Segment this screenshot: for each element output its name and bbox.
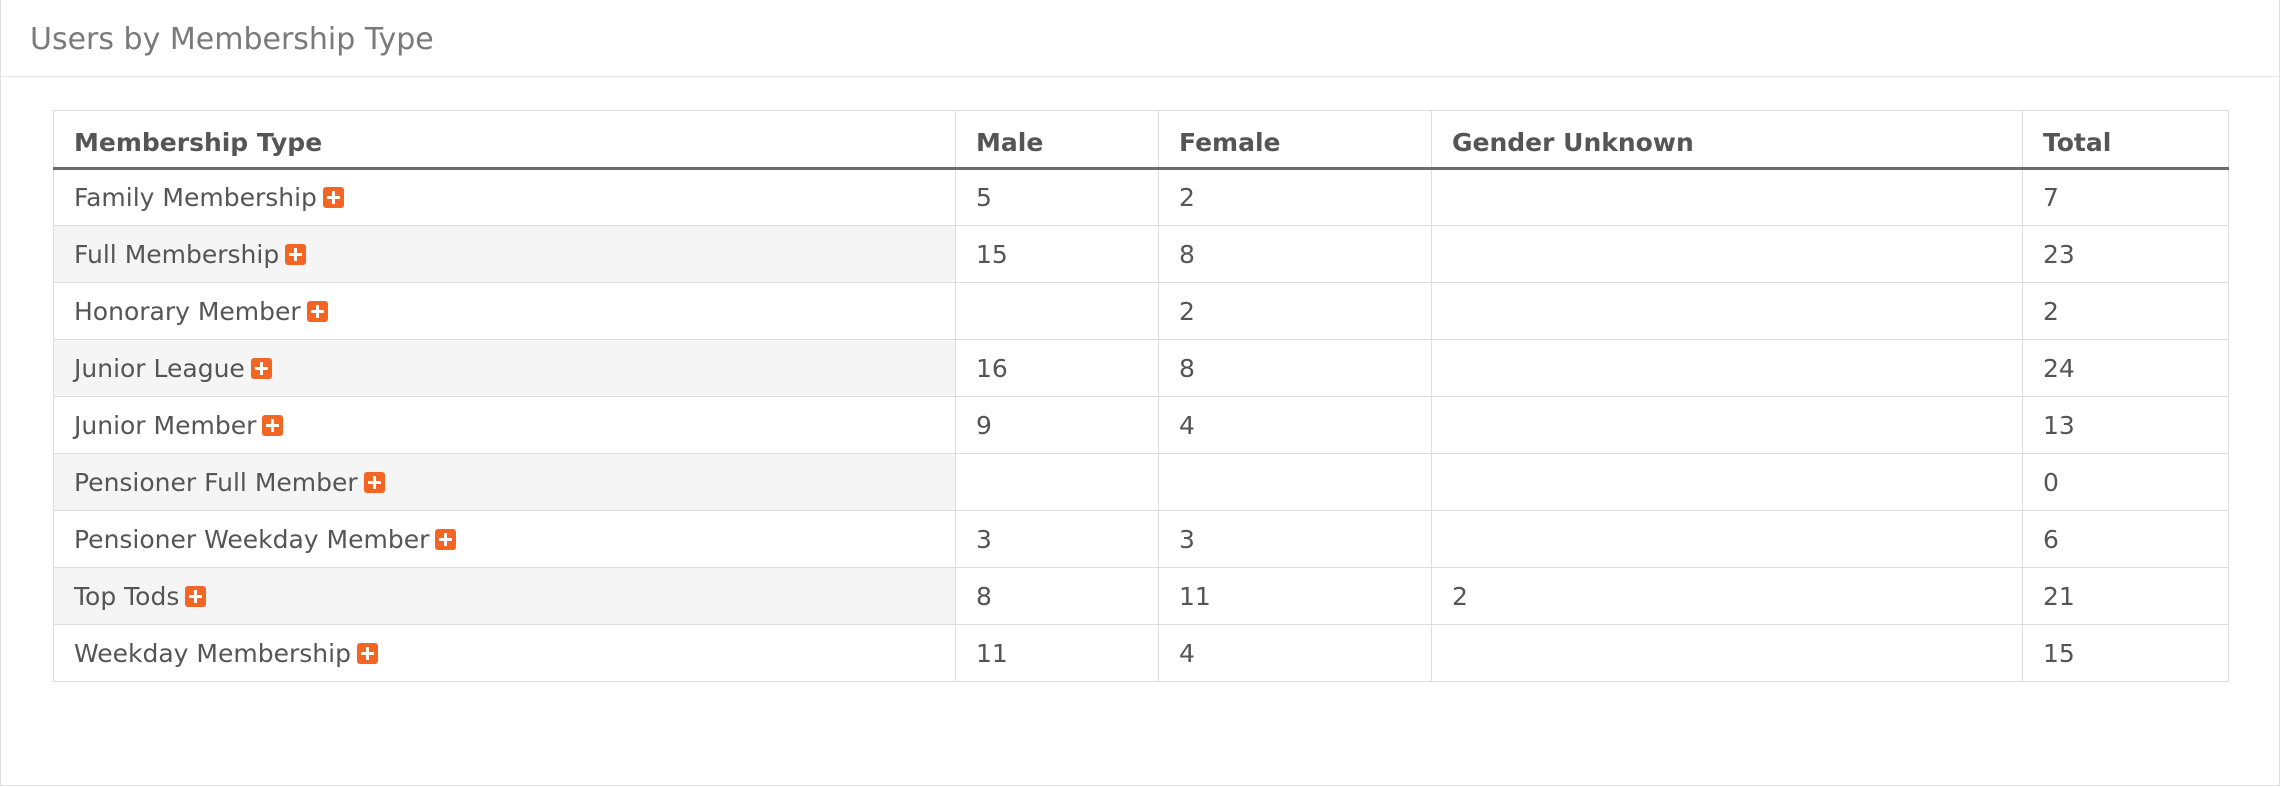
gender-unknown-cell (1431, 282, 2023, 340)
table-row: Full Membership 15 8 23 (53, 225, 2229, 283)
membership-type-label: Full Membership (74, 239, 280, 269)
membership-type-cell: Junior Member (53, 396, 956, 454)
table-row: Honorary Member 2 2 (53, 282, 2229, 340)
total-cell: 6 (2022, 510, 2229, 568)
membership-type-label: Pensioner Full Member (74, 467, 358, 497)
table-row: Family Membership 5 2 7 (53, 168, 2229, 226)
membership-type-cell: Family Membership (53, 168, 956, 226)
column-header-membership-type: Membership Type (53, 110, 956, 170)
column-header-total: Total (2022, 110, 2229, 170)
expand-plus-icon[interactable] (262, 414, 284, 436)
male-cell (955, 453, 1159, 511)
total-cell: 21 (2022, 567, 2229, 625)
female-cell: 8 (1158, 225, 1432, 283)
membership-type-label: Junior Member (74, 410, 257, 440)
table-row: Junior League 16 8 24 (53, 339, 2229, 397)
female-cell: 2 (1158, 168, 1432, 226)
membership-type-cell: Pensioner Full Member (53, 453, 956, 511)
table-header-row: Membership Type Male Female Gender Unkno… (53, 110, 2229, 170)
female-cell: 8 (1158, 339, 1432, 397)
expand-plus-icon[interactable] (435, 528, 457, 550)
gender-unknown-cell (1431, 225, 2023, 283)
male-cell: 9 (955, 396, 1159, 454)
column-header-male: Male (955, 110, 1159, 170)
male-cell: 16 (955, 339, 1159, 397)
expand-plus-icon[interactable] (185, 585, 207, 607)
male-cell: 8 (955, 567, 1159, 625)
gender-unknown-cell (1431, 624, 2023, 682)
membership-type-cell: Top Tods (53, 567, 956, 625)
male-cell: 3 (955, 510, 1159, 568)
male-cell (955, 282, 1159, 340)
users-by-membership-panel: Users by Membership Type Membership Type… (0, 0, 2280, 786)
expand-plus-icon[interactable] (285, 243, 307, 265)
total-cell: 15 (2022, 624, 2229, 682)
table-body: Family Membership 5 2 7 Full Membership … (53, 168, 2229, 682)
membership-type-cell: Weekday Membership (53, 624, 956, 682)
gender-unknown-cell: 2 (1431, 567, 2023, 625)
gender-unknown-cell (1431, 339, 2023, 397)
table-row: Top Tods 8 11 2 21 (53, 567, 2229, 625)
gender-unknown-cell (1431, 510, 2023, 568)
gender-unknown-cell (1431, 453, 2023, 511)
membership-type-cell: Pensioner Weekday Member (53, 510, 956, 568)
column-header-female: Female (1158, 110, 1432, 170)
membership-table: Membership Type Male Female Gender Unkno… (53, 110, 2229, 682)
expand-plus-icon[interactable] (322, 187, 344, 208)
membership-type-cell: Honorary Member (53, 282, 956, 340)
male-cell: 11 (955, 624, 1159, 682)
total-cell: 24 (2022, 339, 2229, 397)
table-row: Pensioner Full Member 0 (53, 453, 2229, 511)
table-row: Pensioner Weekday Member 3 3 6 (53, 510, 2229, 568)
total-cell: 7 (2022, 168, 2229, 226)
table-row: Weekday Membership 11 4 15 (53, 624, 2229, 682)
female-cell (1158, 453, 1432, 511)
total-cell: 23 (2022, 225, 2229, 283)
total-cell: 13 (2022, 396, 2229, 454)
membership-type-label: Family Membership (74, 183, 317, 212)
table-row: Junior Member 9 4 13 (53, 396, 2229, 454)
total-cell: 0 (2022, 453, 2229, 511)
expand-plus-icon[interactable] (363, 471, 385, 493)
membership-type-cell: Junior League (53, 339, 956, 397)
female-cell: 2 (1158, 282, 1432, 340)
total-cell: 2 (2022, 282, 2229, 340)
panel-title: Users by Membership Type (30, 22, 434, 57)
expand-plus-icon[interactable] (306, 300, 328, 322)
male-cell: 15 (955, 225, 1159, 283)
gender-unknown-cell (1431, 396, 2023, 454)
panel-header: Users by Membership Type (1, 6, 2279, 77)
membership-type-label: Pensioner Weekday Member (74, 524, 430, 554)
membership-type-label: Honorary Member (74, 296, 301, 326)
female-cell: 3 (1158, 510, 1432, 568)
female-cell: 4 (1158, 396, 1432, 454)
expand-plus-icon[interactable] (356, 642, 378, 664)
column-header-gender-unknown: Gender Unknown (1431, 110, 2023, 170)
membership-type-label: Junior League (74, 353, 245, 383)
expand-plus-icon[interactable] (250, 357, 272, 379)
male-cell: 5 (955, 168, 1159, 226)
gender-unknown-cell (1431, 168, 2023, 226)
female-cell: 11 (1158, 567, 1432, 625)
membership-table-container: Membership Type Male Female Gender Unkno… (53, 110, 2229, 682)
membership-type-label: Top Tods (74, 581, 180, 611)
membership-type-cell: Full Membership (53, 225, 956, 283)
membership-type-label: Weekday Membership (74, 638, 351, 668)
female-cell: 4 (1158, 624, 1432, 682)
